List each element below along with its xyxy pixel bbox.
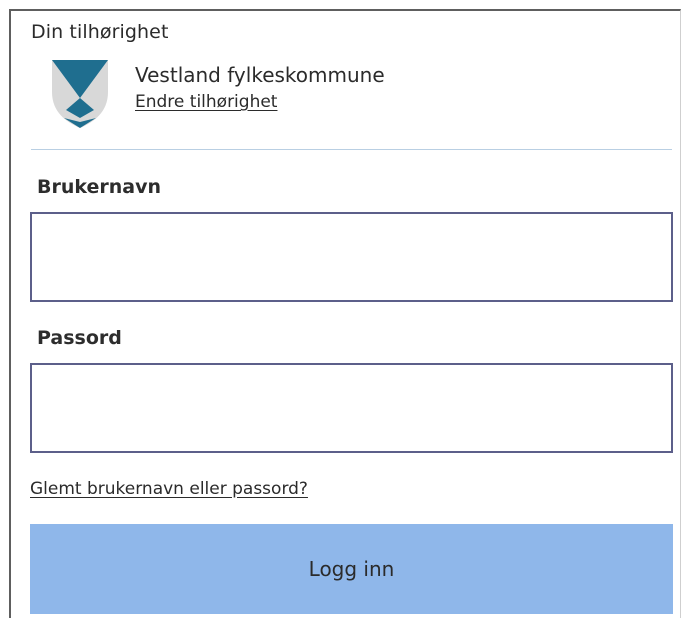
login-button[interactable]: Logg inn	[30, 524, 673, 614]
forgot-credentials-link[interactable]: Glemt brukernavn eller passord?	[30, 479, 308, 499]
affiliation-heading: Din tilhørighet	[31, 21, 169, 43]
username-label: Brukernavn	[37, 176, 162, 198]
password-input[interactable]	[30, 363, 673, 453]
organization-name: Vestland fylkeskommune	[135, 63, 385, 87]
username-input[interactable]	[30, 212, 673, 302]
password-label: Passord	[37, 327, 122, 349]
section-divider	[31, 149, 672, 150]
county-crest-icon	[52, 60, 108, 128]
change-affiliation-link[interactable]: Endre tilhørighet	[135, 92, 277, 112]
